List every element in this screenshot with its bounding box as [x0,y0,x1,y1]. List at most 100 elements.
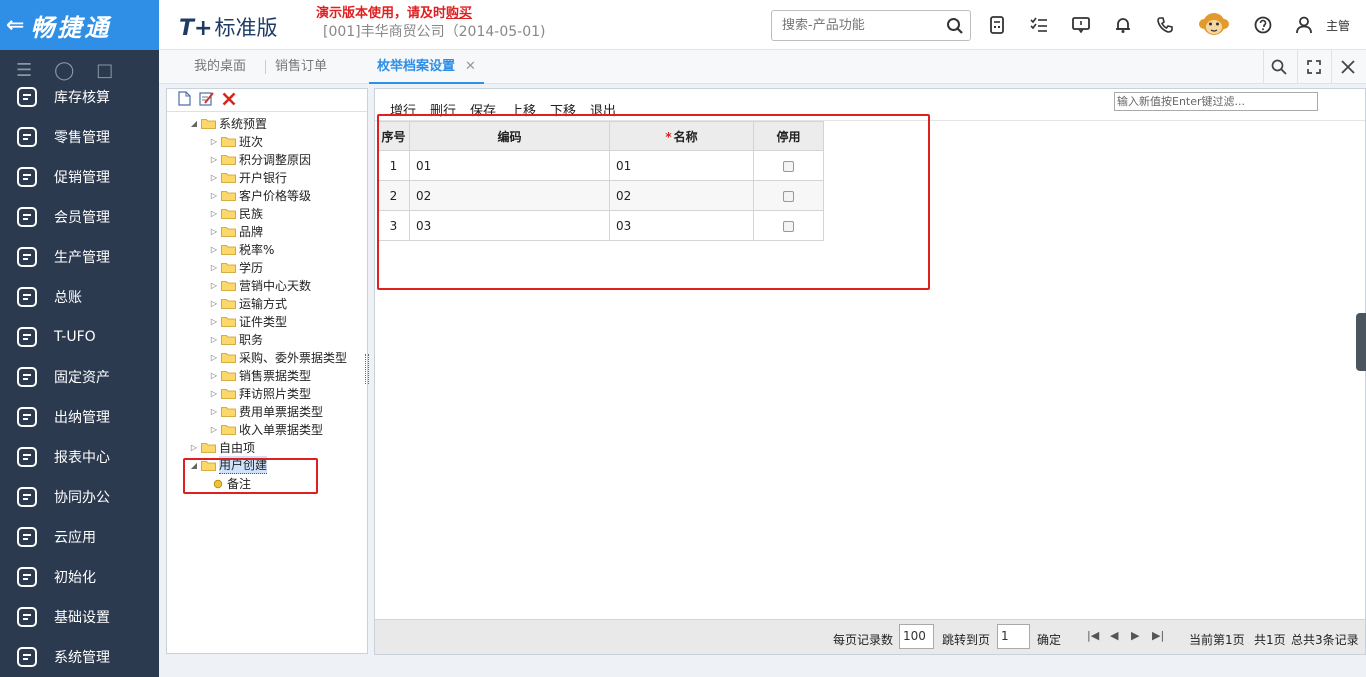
settings-icon [14,604,40,630]
panel-splitter[interactable] [365,354,369,384]
sidebar-item[interactable]: 基础设置 [0,597,159,637]
cashier-icon [14,404,40,430]
sidebar-item[interactable]: 云应用 [0,517,159,557]
expand-arrow-icon[interactable]: ▷ [209,353,219,362]
tasks-icon[interactable] [1028,14,1050,36]
product-search[interactable] [771,10,971,41]
user-icon[interactable] [1293,14,1315,36]
expand-arrow-icon[interactable]: ▷ [209,209,219,218]
sidebar-item-label: 库存核算 [54,90,110,106]
tree-node-free-items[interactable]: ▷ 自由项 [189,438,255,456]
tree-node-system-preset[interactable]: ◢ 系统预置 [189,114,267,132]
tree-node[interactable]: ▷ 开户银行 [209,168,287,186]
calculator-icon[interactable] [986,14,1008,36]
next-page-icon[interactable]: ▶ [1131,629,1139,642]
expand-arrow-icon[interactable]: ▷ [209,137,219,146]
expand-arrow-icon[interactable]: ▷ [209,317,219,326]
folder-icon [221,280,236,291]
sidebar-item[interactable]: 出纳管理 [0,397,159,437]
sidebar-item[interactable]: 生产管理 [0,237,159,277]
tree-node[interactable]: ▷ 收入单票据类型 [209,420,323,438]
tree-node[interactable]: ▷ 客户价格等级 [209,186,311,204]
sidebar-item[interactable]: 报表中心 [0,437,159,477]
tab-sales-order[interactable]: 销售订单 [275,50,327,84]
tree-node[interactable]: ▷ 民族 [209,204,263,222]
expand-arrow-icon[interactable]: ▷ [209,335,219,344]
new-document-icon[interactable] [178,91,191,109]
tree-node-label: 费用单票据类型 [239,404,324,419]
collapse-arrow-icon[interactable]: ◢ [189,119,199,128]
tree-node[interactable]: ▷ 班次 [209,132,263,150]
collaboration-icon [14,484,40,510]
tab-my-desktop[interactable]: 我的桌面 [194,50,246,84]
tree-node[interactable]: ▷ 采购、委外票据类型 [209,348,347,366]
archive-tree-panel: ◢ 系统预置 ▷ 班次 ▷ 积分调整原因 ▷ 开户银行 ▷ 客户价格等级 ▷ 民族 ▷ 品牌 ▷ 税率% ▷ 学历… [166,88,368,654]
delete-icon[interactable] [222,92,236,109]
expand-arrow-icon[interactable]: ▷ [209,281,219,290]
notification-bell-icon[interactable] [1112,14,1134,36]
confirm-button[interactable]: 确定 [1037,631,1061,648]
close-tab-icon[interactable]: ✕ [465,59,476,74]
refresh-icon [14,564,40,590]
sidebar-item[interactable]: 固定资产 [0,357,159,397]
expand-arrow-icon[interactable]: ▷ [209,191,219,200]
sidebar-item[interactable]: 系统管理 [0,637,159,677]
tree-node[interactable]: ▷ 税率% [209,240,274,258]
sidebar-item[interactable]: 零售管理 [0,117,159,157]
sidebar: ⇐ 畅捷通 ☰ ◯ □ 库存核算 零售管理 促销管理 会员管理 生产管理 总账 T-UFO 固… [0,0,159,677]
expand-arrow-icon[interactable]: ▷ [209,425,219,434]
message-icon[interactable] [1070,14,1092,36]
expand-arrow-icon[interactable]: ▷ [209,173,219,182]
expand-arrow-icon[interactable]: ▷ [209,299,219,308]
tree-node[interactable]: ▷ 证件类型 [209,312,287,330]
sidebar-item[interactable]: 会员管理 [0,197,159,237]
tab-enum-archive-settings[interactable]: 枚举档案设置 ✕ [369,50,484,84]
tree-node-label: 税率% [239,242,275,257]
expand-arrow-icon[interactable]: ▷ [189,443,199,452]
expand-arrow-icon[interactable]: ▷ [209,227,219,236]
expand-arrow-icon[interactable]: ▷ [209,389,219,398]
edit-icon[interactable] [199,91,214,109]
buy-link[interactable]: 购买 [446,6,472,21]
tree-node[interactable]: ▷ 学历 [209,258,263,276]
find-icon[interactable] [1268,56,1290,78]
tree-node[interactable]: ▷ 职务 [209,330,263,348]
sidebar-item[interactable]: 协同办公 [0,477,159,517]
sidebar-item[interactable]: 初始化 [0,557,159,597]
help-icon[interactable] [1252,14,1274,36]
sidebar-item[interactable]: T-UFO [0,317,159,357]
expand-arrow-icon[interactable]: ▷ [209,407,219,416]
expand-arrow-icon[interactable]: ▷ [209,245,219,254]
tree-node[interactable]: ▷ 营销中心天数 [209,276,311,294]
sidebar-item[interactable]: 总账 [0,277,159,317]
back-arrow-icon[interactable]: ⇐ [6,13,24,38]
expand-arrow-icon[interactable]: ▷ [209,371,219,380]
tree-node[interactable]: ▷ 品牌 [209,222,263,240]
tree-node[interactable]: ▷ 拜访照片类型 [209,384,311,402]
pager: 每页记录数 100 跳转到页 1 确定 |◀ ◀ ▶ ▶| 当前第1页 共1页 … [375,619,1365,654]
tree-node[interactable]: ▷ 运输方式 [209,294,287,312]
expand-arrow-icon[interactable]: ▷ [209,263,219,272]
user-name[interactable]: 主管 [1326,17,1350,34]
sidebar-item[interactable]: 库存核算 [0,77,159,117]
last-page-icon[interactable]: ▶| [1152,629,1164,642]
edition-label: 标准版 [214,16,278,40]
folder-icon [221,154,236,165]
tree-node[interactable]: ▷ 费用单票据类型 [209,402,323,420]
tree-node[interactable]: ▷ 积分调整原因 [209,150,311,168]
expand-arrow-icon[interactable]: ▷ [209,155,219,164]
tree-node[interactable]: ▷ 销售票据类型 [209,366,311,384]
first-page-icon[interactable]: |◀ [1087,629,1099,642]
fullscreen-icon[interactable] [1303,56,1325,78]
monkey-avatar-icon[interactable] [1198,9,1230,41]
filter-input[interactable]: 输入新值按Enter键过滤... [1114,92,1318,111]
sidebar-item[interactable]: 促销管理 [0,157,159,197]
phone-icon[interactable] [1154,14,1176,36]
per-page-input[interactable]: 100 [899,624,934,649]
jump-page-input[interactable]: 1 [997,624,1030,649]
close-page-icon[interactable] [1337,56,1359,78]
search-input[interactable] [772,11,942,40]
side-scroll-handle[interactable] [1356,313,1366,371]
search-icon[interactable] [946,17,964,38]
prev-page-icon[interactable]: ◀ [1110,629,1118,642]
